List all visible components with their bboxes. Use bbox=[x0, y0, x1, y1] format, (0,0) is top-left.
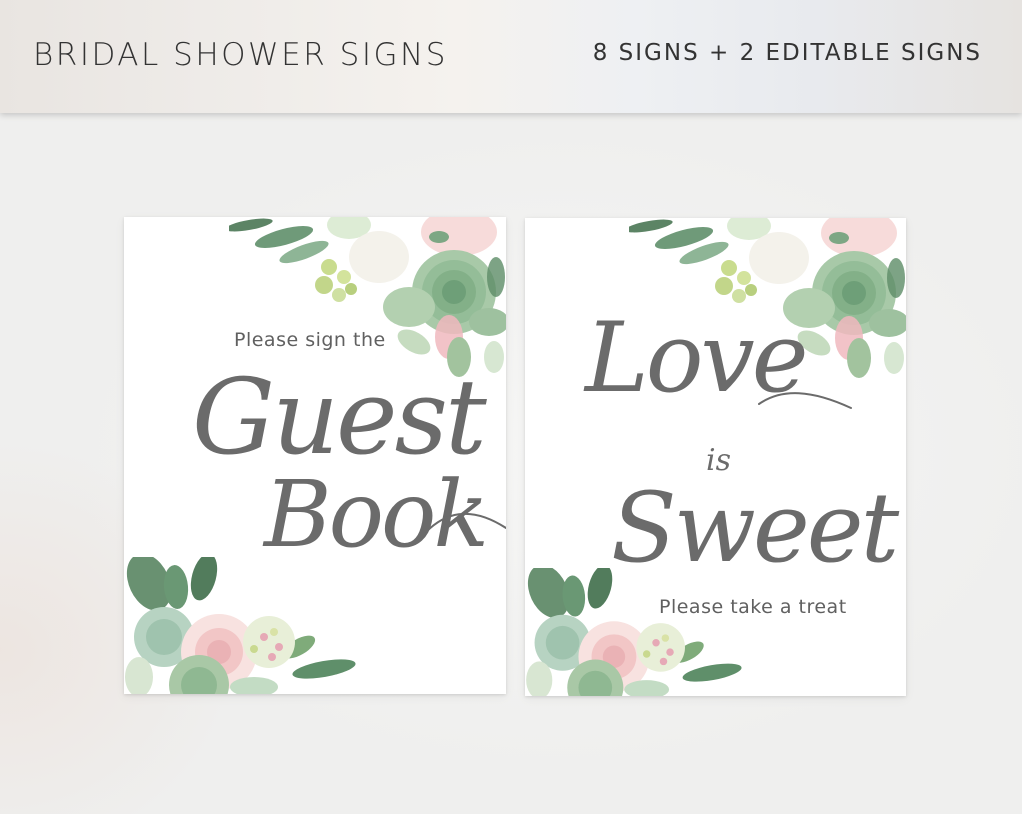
sign-word-guest: Guest bbox=[192, 356, 487, 478]
floral-bottom-left-icon bbox=[124, 557, 359, 694]
sign-word-sweet: Sweet bbox=[611, 472, 899, 584]
love-is-sweet-sign: Love is Sweet Please take a treat bbox=[525, 218, 906, 696]
swash-flourish-icon bbox=[758, 392, 852, 409]
floral-bottom-left-icon bbox=[525, 568, 745, 696]
banner-title: BRIDAL SHOWER SIGNS bbox=[33, 37, 448, 73]
guest-book-sign: Please sign the Guest Book bbox=[124, 217, 506, 694]
header-banner: BRIDAL SHOWER SIGNS 8 SIGNS + 2 EDITABLE… bbox=[0, 0, 1022, 113]
sign-intro-text: Please sign the bbox=[234, 329, 386, 351]
swash-flourish-icon bbox=[425, 512, 506, 533]
sign-caption-text: Please take a treat bbox=[659, 596, 847, 618]
banner-subtitle: 8 SIGNS + 2 EDITABLE SIGNS bbox=[592, 40, 982, 66]
